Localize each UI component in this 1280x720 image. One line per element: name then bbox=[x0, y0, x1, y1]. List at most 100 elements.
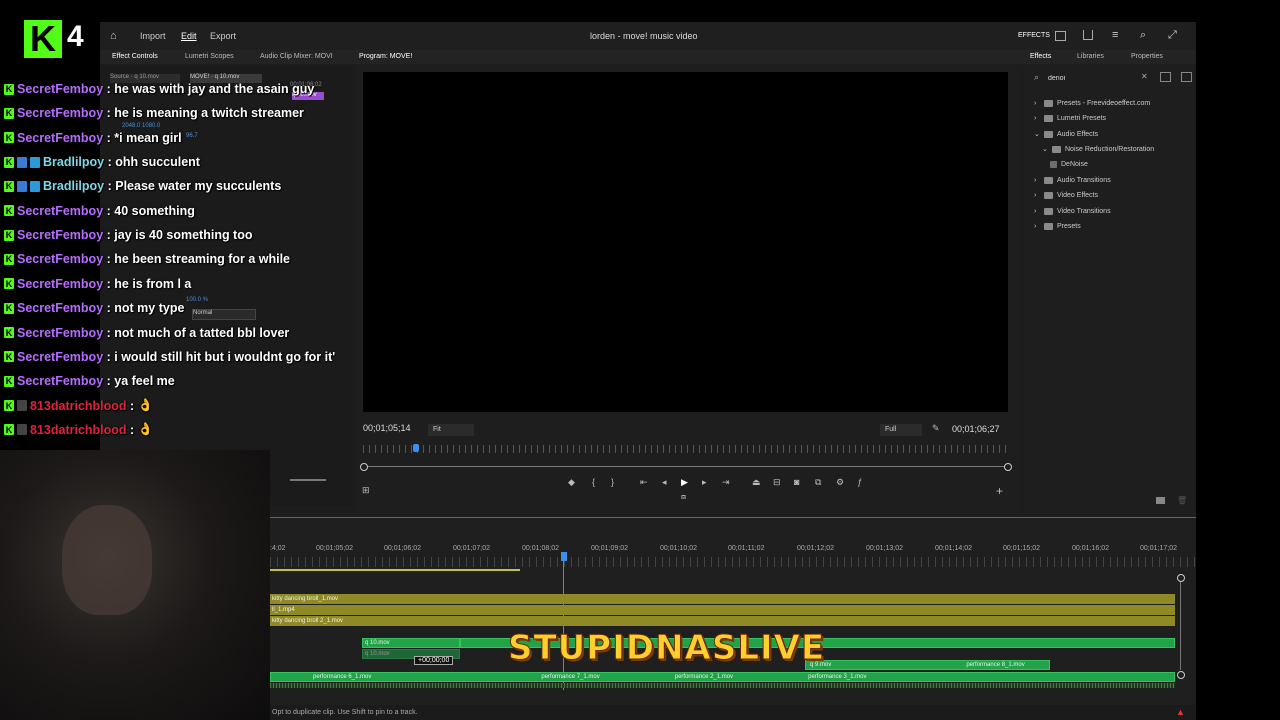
menu-icon[interactable]: ≡ bbox=[1112, 29, 1118, 41]
expand-icon[interactable]: ⤢ bbox=[1168, 29, 1177, 42]
chevron-right-icon[interactable]: › bbox=[1034, 208, 1040, 215]
program-ruler[interactable] bbox=[363, 445, 1008, 453]
webcam-person bbox=[62, 505, 152, 615]
kick-badge-icon: K bbox=[4, 229, 14, 241]
lift-icon[interactable]: ⏏ bbox=[752, 477, 761, 488]
mark-in-icon[interactable]: { bbox=[592, 477, 595, 487]
chevron-right-icon[interactable]: › bbox=[1034, 223, 1040, 230]
effects-tree-label: Lumetri Presets bbox=[1057, 114, 1107, 122]
clip-v3[interactable]: kitty dancing broll_1.mov bbox=[270, 594, 1175, 604]
effects-tree-item[interactable]: ⌄ Noise Reduction/Restoration bbox=[1042, 143, 1154, 155]
workspace-effects-label[interactable]: EFFECTS bbox=[1018, 32, 1050, 39]
edit-tab[interactable]: Edit bbox=[181, 31, 197, 41]
wrench-icon[interactable]: ✎ bbox=[932, 423, 940, 434]
timeline-vertical-scrollbar[interactable] bbox=[1177, 574, 1185, 680]
new-bin-icon[interactable] bbox=[1156, 497, 1165, 504]
timeline-tick-label: 00;01;12;02 bbox=[797, 545, 834, 552]
multicam-icon[interactable]: ⧈ bbox=[681, 492, 686, 502]
delete-icon[interactable]: 🗑 bbox=[1177, 496, 1187, 505]
mark-out-icon[interactable]: } bbox=[611, 477, 614, 487]
home-icon[interactable]: ⌂ bbox=[110, 30, 117, 42]
timeline-tick-label: 00;01;05;02 bbox=[316, 545, 353, 552]
clip-performance-row[interactable]: performance 6_1.mov performance 7_1.mov … bbox=[270, 672, 1175, 682]
clip-v2[interactable]: ll_1.mp4 bbox=[270, 605, 1175, 615]
extract-icon[interactable]: ⊟ bbox=[773, 477, 781, 488]
tab-effect-controls[interactable]: Effect Controls bbox=[112, 53, 158, 60]
program-zoom-bar[interactable] bbox=[363, 466, 1008, 467]
go-to-out-icon[interactable]: ⇥ bbox=[722, 477, 730, 488]
clear-search-icon[interactable]: ✕ bbox=[1141, 72, 1148, 81]
work-area-bar[interactable] bbox=[270, 569, 520, 571]
accelerated-effects-icon[interactable] bbox=[1160, 72, 1171, 82]
tab-properties[interactable]: Properties bbox=[1131, 53, 1163, 60]
chevron-right-icon[interactable]: › bbox=[1034, 100, 1040, 107]
effects-tree-item[interactable]: ⌄ Audio Effects bbox=[1034, 128, 1098, 140]
tab-libraries[interactable]: Libraries bbox=[1077, 53, 1104, 60]
effects-tree-item[interactable]: DeNoise bbox=[1050, 158, 1088, 170]
ec-scale-value[interactable]: 96.7 bbox=[186, 133, 198, 139]
ec-opacity-value[interactable]: 100.0 % bbox=[186, 297, 208, 303]
chevron-right-icon[interactable]: › bbox=[1034, 192, 1040, 199]
step-forward-icon[interactable]: ▸ bbox=[702, 477, 707, 488]
clip-q10-a[interactable]: q 10.mov bbox=[362, 638, 460, 648]
project-title: lorden - move! music video bbox=[590, 31, 698, 41]
effects-tree-item[interactable]: › Video Effects bbox=[1034, 189, 1098, 201]
chevron-down-icon[interactable]: ⌄ bbox=[1034, 130, 1040, 138]
ec-blend-mode-select[interactable]: Normal bbox=[192, 309, 256, 320]
program-playhead[interactable] bbox=[413, 444, 419, 452]
effects-search-input[interactable] bbox=[1046, 72, 1145, 85]
effects-tree-item[interactable]: › Presets bbox=[1034, 220, 1081, 232]
settings-icon[interactable]: ⚙ bbox=[836, 477, 844, 488]
timeline-tick-label: 00;01;14;02 bbox=[935, 545, 972, 552]
chevron-down-icon[interactable]: ⌄ bbox=[1042, 145, 1048, 153]
chat-text: 👌 bbox=[137, 398, 154, 413]
tab-effects[interactable]: Effects bbox=[1030, 53, 1051, 60]
timeline-playhead-handle[interactable] bbox=[561, 552, 567, 561]
import-tab[interactable]: Import bbox=[140, 31, 166, 41]
chevron-right-icon[interactable]: › bbox=[1034, 177, 1040, 184]
zoom-handle-right[interactable] bbox=[1004, 463, 1012, 471]
add-button-icon[interactable]: + bbox=[996, 484, 1003, 498]
ec-zoom-slider[interactable] bbox=[290, 479, 326, 481]
program-timecode-current[interactable]: 00;01;05;14 bbox=[363, 423, 411, 433]
share-icon[interactable] bbox=[1083, 30, 1093, 40]
chevron-right-icon[interactable]: › bbox=[1034, 115, 1040, 122]
tab-lumetri-scopes[interactable]: Lumetri Scopes bbox=[185, 53, 234, 60]
ruler-ticks[interactable] bbox=[270, 557, 1196, 567]
panel-icon[interactable] bbox=[1055, 31, 1066, 41]
warning-icon[interactable]: ▲ bbox=[1176, 707, 1185, 717]
user-badge-icon bbox=[30, 156, 40, 168]
play-icon[interactable]: ▶ bbox=[681, 477, 688, 488]
fx-icon[interactable]: ƒ bbox=[857, 477, 862, 487]
chat-separator: : bbox=[103, 106, 115, 121]
chat-text: ohh succulent bbox=[115, 155, 200, 170]
effects-tree-item[interactable]: › Video Transitions bbox=[1034, 205, 1111, 217]
chat-message: K SecretFemboy : 40 something bbox=[4, 202, 195, 220]
fit-dropdown[interactable]: Fit bbox=[428, 424, 474, 436]
clip-v1[interactable]: kitty dancing broll 2_1.mov bbox=[270, 616, 1175, 626]
marker-icon[interactable]: ◆ bbox=[568, 477, 575, 488]
step-back-icon[interactable]: ◂ bbox=[662, 477, 667, 488]
export-tab[interactable]: Export bbox=[210, 31, 236, 41]
resolution-dropdown[interactable]: Full bbox=[880, 424, 922, 436]
tab-audio-clip-mixer[interactable]: Audio Clip Mixer: MOVI bbox=[260, 53, 333, 60]
comparison-icon[interactable]: ⧉ bbox=[815, 477, 821, 488]
settings-grid-icon[interactable]: ⊞ bbox=[362, 485, 370, 496]
effects-tree-item[interactable]: › Audio Transitions bbox=[1034, 174, 1111, 186]
clip-perf2-label: performance 2_1.mov bbox=[674, 674, 734, 680]
logo-number: 4 bbox=[67, 20, 84, 53]
clip-q9[interactable]: q 9.mov performance 8_1.mov bbox=[805, 660, 1050, 670]
kick-badge-icon: K bbox=[4, 375, 14, 387]
yuv-effects-icon[interactable] bbox=[1181, 72, 1192, 82]
search-icon[interactable]: ⌕ bbox=[1140, 29, 1146, 42]
camera-icon[interactable]: ◙ bbox=[794, 477, 799, 487]
timeline-tick-label: 00;01;06;02 bbox=[384, 545, 421, 552]
zoom-handle-left[interactable] bbox=[360, 463, 368, 471]
effects-tree-item[interactable]: › Presets - Freevideoeffect.com bbox=[1034, 97, 1150, 109]
go-to-in-icon[interactable]: ⇤ bbox=[640, 477, 648, 488]
chat-message: K SecretFemboy : *i mean girl bbox=[4, 129, 182, 147]
kick-badge-icon: K bbox=[4, 400, 14, 412]
program-viewer[interactable] bbox=[363, 72, 1008, 412]
tab-program-monitor[interactable]: Program: MOVE! bbox=[359, 53, 412, 60]
effects-tree-item[interactable]: › Lumetri Presets bbox=[1034, 112, 1106, 124]
